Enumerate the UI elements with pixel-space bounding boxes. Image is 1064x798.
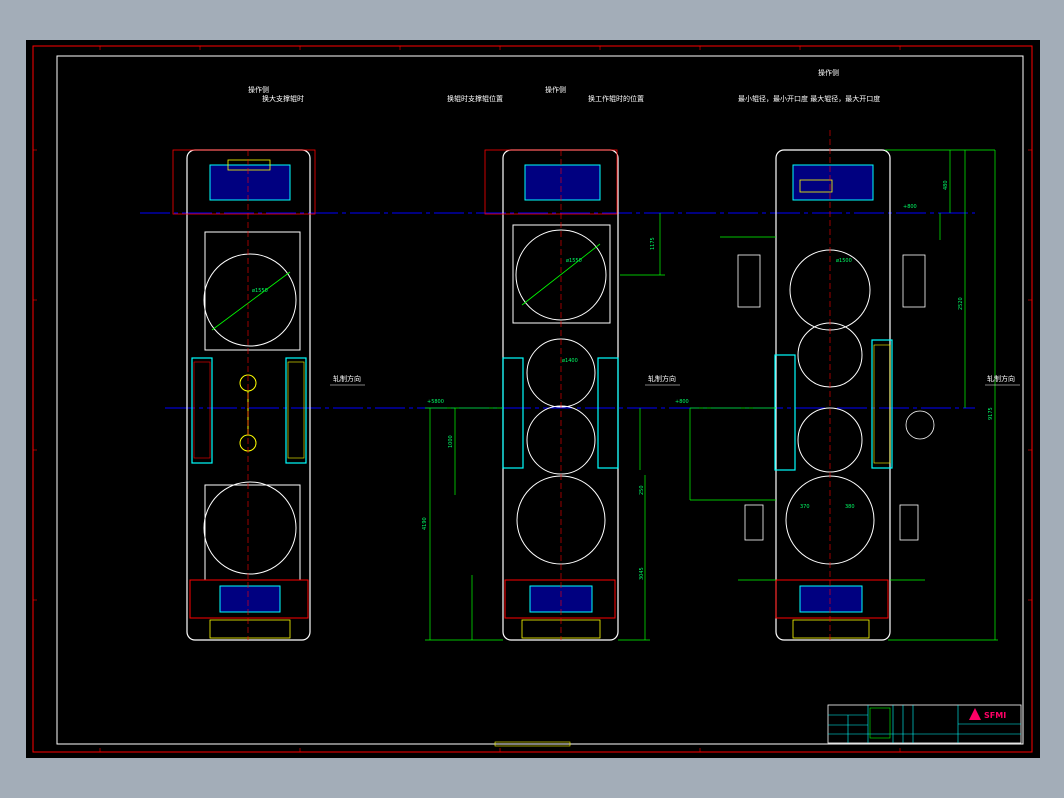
view2-top-chock [524, 164, 601, 201]
view3-top-chock [792, 164, 874, 201]
view2-dia-work: ø1400 [562, 358, 578, 364]
view3-level-pass: +800 [675, 399, 689, 405]
view3-bottom-chock [799, 585, 863, 613]
cad-drawing-canvas[interactable]: 操作侧 换大支撑辊时 ø1550 轧制方向 操作侧 换辊时支撑辊位置 换工作辊时… [0, 0, 1064, 798]
view3-dim-370: 370 [800, 504, 810, 510]
view2-dim-3045: 3045 [639, 567, 645, 580]
view2-operate-label: 操作侧 [545, 85, 566, 94]
view1-bottom-chock [219, 585, 281, 613]
view3-direction-label: 轧制方向 [987, 374, 1015, 383]
view2-dim-1175: 1175 [650, 237, 656, 250]
view3-dim-9175: 9175 [988, 407, 994, 420]
view3-level-upper: +800 [903, 204, 917, 210]
view2-dim-250: 250 [639, 485, 645, 495]
view1-operate-label: 操作侧 [248, 85, 269, 94]
view2-caption-a: 换辊时支撑辊位置 [447, 94, 503, 103]
view2-dim-4190: 4190 [422, 517, 428, 530]
view1-dia-upper: ø1550 [252, 288, 268, 294]
view2-bottom-chock [529, 585, 593, 613]
view3-dim-380: 380 [845, 504, 855, 510]
view3-dia-upper: ø1500 [836, 258, 852, 264]
view3-dim-2520: 2520 [958, 297, 964, 310]
view1-direction-label: 轧制方向 [333, 374, 361, 383]
view2-dia-upper: ø1550 [566, 258, 582, 264]
view3-dim-480: 480 [943, 180, 949, 190]
viewport-background [26, 40, 1040, 758]
view2-level-label: +5800 [427, 399, 444, 405]
view3-operate-label: 操作侧 [818, 68, 839, 77]
company-logo: SFMI [984, 711, 1006, 720]
view2-dim-1000: 1000 [448, 435, 454, 448]
view2-direction-label: 轧制方向 [648, 374, 676, 383]
view3-caption: 最小辊径，最小开口度 最大辊径，最大开口度 [738, 94, 880, 103]
view1-caption: 换大支撑辊时 [262, 94, 304, 103]
view2-caption-b: 换工作辊时的位置 [588, 94, 644, 103]
